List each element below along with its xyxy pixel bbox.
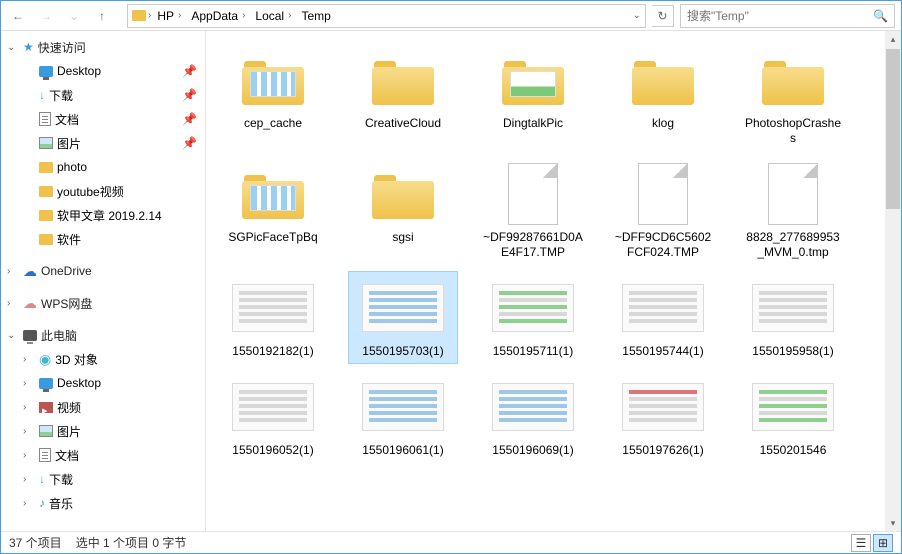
file-item[interactable]: PhotoshopCrashes [738, 43, 848, 151]
breadcrumb-item[interactable]: Temp [297, 9, 334, 23]
nav-forward-button[interactable]: → [35, 5, 57, 27]
sidebar-wps[interactable]: ›☁WPS网盘 [1, 291, 205, 315]
search-icon[interactable]: 🔍 [873, 9, 888, 23]
file-label: SGPicFaceTpBq [228, 230, 317, 245]
file-label: 1550196061(1) [362, 443, 443, 458]
file-item[interactable]: ~DFF9CD6C5602FCF024.TMP [608, 157, 718, 265]
sidebar-item[interactable]: 图片📌 [1, 131, 205, 155]
breadcrumb-item[interactable]: HP› [153, 9, 185, 23]
sidebar-item[interactable]: 软件 [1, 227, 205, 251]
sidebar-item[interactable]: youtube视频 [1, 179, 205, 203]
file-item[interactable]: 8828_277689953_MVM_0.tmp [738, 157, 848, 265]
scrollbar[interactable]: ▴ ▾ [885, 31, 901, 531]
sidebar-item[interactable]: ›视频 [1, 395, 205, 419]
file-item[interactable]: klog [608, 43, 718, 151]
file-item[interactable]: CreativeCloud [348, 43, 458, 151]
file-label: 1550195711(1) [493, 344, 574, 359]
sidebar-onedrive[interactable]: ›☁OneDrive [1, 259, 205, 283]
view-icons-button[interactable]: ⊞ [873, 534, 893, 552]
chevron-down-icon[interactable]: ⌄ [633, 10, 641, 21]
file-item[interactable]: 1550197626(1) [608, 370, 718, 463]
file-item[interactable]: 1550196061(1) [348, 370, 458, 463]
file-item[interactable]: 1550201546 [738, 370, 848, 463]
sidebar: ⌄★快速访问 Desktop📌↓下载📌文档📌图片📌photoyoutube视频软… [1, 31, 206, 531]
file-item[interactable]: 1550196069(1) [478, 370, 588, 463]
sidebar-item[interactable]: ›♪音乐 [1, 491, 205, 515]
file-item[interactable]: sgsi [348, 157, 458, 265]
file-label: 1550201546 [760, 443, 827, 458]
nav-up-button[interactable]: ↑ [91, 5, 113, 27]
file-item[interactable]: 1550195958(1) [738, 271, 848, 364]
file-label: 1550196069(1) [492, 443, 573, 458]
file-label: 1550196052(1) [232, 443, 313, 458]
sidebar-item[interactable]: ›文档 [1, 443, 205, 467]
file-label: PhotoshopCrashes [743, 116, 843, 146]
sidebar-item[interactable]: ›图片 [1, 419, 205, 443]
file-label: 8828_277689953_MVM_0.tmp [743, 230, 843, 260]
file-item[interactable]: 1550195744(1) [608, 271, 718, 364]
file-label: 1550195744(1) [622, 344, 703, 359]
breadcrumb-item[interactable]: AppData› [187, 9, 249, 23]
file-label: 1550195703(1) [362, 344, 443, 359]
file-item[interactable]: 1550196052(1) [218, 370, 328, 463]
file-label: DingtalkPic [503, 116, 563, 131]
file-item[interactable]: 1550192182(1) [218, 271, 328, 364]
status-bar: 37 个项目 选中 1 个项目 0 字节 ☰ ⊞ [1, 531, 901, 553]
breadcrumb-item[interactable]: Local› [251, 9, 295, 23]
sidebar-quick-access[interactable]: ⌄★快速访问 [1, 35, 205, 59]
file-label: 1550195958(1) [752, 344, 833, 359]
chevron-right-icon: › [148, 10, 151, 21]
file-label: ~DFF9CD6C5602FCF024.TMP [613, 230, 713, 260]
search-input[interactable] [687, 9, 867, 23]
refresh-button[interactable]: ↻ [652, 5, 674, 27]
file-label: CreativeCloud [365, 116, 441, 131]
file-item[interactable]: ~DF99287661D0AE4F17.TMP [478, 157, 588, 265]
file-item[interactable]: SGPicFaceTpBq [218, 157, 328, 265]
content-pane[interactable]: cep_cache CreativeCloud DingtalkPic klog Pho… [206, 31, 901, 531]
view-details-button[interactable]: ☰ [851, 534, 871, 552]
sidebar-item[interactable]: 软甲文章 2019.2.14 [1, 203, 205, 227]
search-box[interactable]: 🔍 [680, 4, 895, 28]
scroll-up-button[interactable]: ▴ [885, 31, 901, 47]
file-label: klog [652, 116, 674, 131]
file-item[interactable]: cep_cache [218, 43, 328, 151]
sidebar-item[interactable]: Desktop📌 [1, 59, 205, 83]
sidebar-item[interactable]: ›Desktop [1, 371, 205, 395]
file-item[interactable]: 1550195703(1) [348, 271, 458, 364]
status-selection: 选中 1 个项目 0 字节 [76, 534, 187, 551]
sidebar-item[interactable]: ›↓下载 [1, 467, 205, 491]
nav-back-button[interactable]: ← [7, 5, 29, 27]
file-label: 1550197626(1) [622, 443, 703, 458]
nav-recent-button[interactable]: ⌄ [63, 5, 85, 27]
sidebar-item[interactable]: ↓下载📌 [1, 83, 205, 107]
file-label: 1550192182(1) [232, 344, 313, 359]
scroll-down-button[interactable]: ▾ [885, 515, 901, 531]
folder-icon [132, 10, 146, 21]
status-item-count: 37 个项目 [9, 534, 62, 551]
file-item[interactable]: 1550195711(1) [478, 271, 588, 364]
file-label: cep_cache [244, 116, 302, 131]
address-bar[interactable]: › HP› AppData› Local› Temp ⌄ [127, 4, 646, 28]
sidebar-item[interactable]: photo [1, 155, 205, 179]
sidebar-item[interactable]: 文档📌 [1, 107, 205, 131]
file-label: ~DF99287661D0AE4F17.TMP [483, 230, 583, 260]
scroll-thumb[interactable] [886, 49, 900, 209]
sidebar-item[interactable]: ›◉3D 对象 [1, 347, 205, 371]
sidebar-this-pc[interactable]: ⌄此电脑 [1, 323, 205, 347]
toolbar: ← → ⌄ ↑ › HP› AppData› Local› Temp ⌄ ↻ 🔍 [1, 1, 901, 31]
file-label: sgsi [392, 230, 413, 245]
file-item[interactable]: DingtalkPic [478, 43, 588, 151]
